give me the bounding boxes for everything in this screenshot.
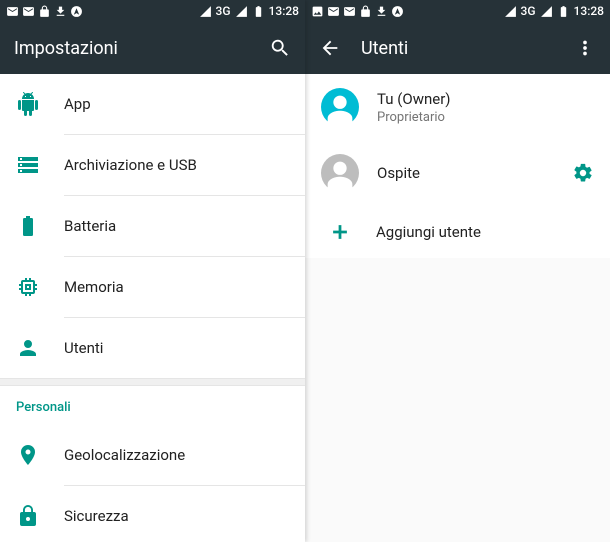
signal-bars-icon	[540, 5, 553, 18]
battery-icon	[16, 214, 40, 238]
clock: 13:28	[574, 4, 604, 18]
battery-status-icon	[252, 5, 265, 18]
users-screen: 3G 13:28 Utenti Tu (Owner) Proprietario	[305, 0, 610, 542]
page-title: Impostazioni	[14, 38, 249, 59]
settings-item-label: Utenti	[64, 339, 103, 357]
settings-item-memory[interactable]: Memoria	[0, 257, 305, 317]
user-icon	[16, 336, 40, 360]
mail-icon	[6, 5, 19, 18]
network-label: 3G	[521, 4, 536, 18]
user-subtitle: Proprietario	[377, 110, 451, 125]
status-bar: 3G 13:28	[0, 0, 305, 22]
gmail-icon	[343, 5, 356, 18]
settings-item-battery[interactable]: Batteria	[0, 196, 305, 256]
add-user-label: Aggiungi utente	[376, 223, 481, 241]
search-icon	[269, 37, 291, 59]
more-vert-icon	[574, 37, 596, 59]
user-row-guest[interactable]: Ospite	[305, 140, 610, 206]
location-icon	[16, 443, 40, 467]
settings-item-security[interactable]: Sicurezza	[0, 486, 305, 542]
lock-icon	[38, 5, 51, 18]
settings-screen: 3G 13:28 Impostazioni App Archiviazione …	[0, 0, 305, 542]
clock: 13:28	[269, 4, 299, 18]
lock-icon	[16, 504, 40, 528]
signal-bars-icon	[235, 5, 248, 18]
memory-icon	[16, 275, 40, 299]
avatar-owner	[321, 88, 359, 126]
download-icon	[375, 5, 388, 18]
image-icon	[311, 5, 324, 18]
arrow-back-icon	[319, 37, 341, 59]
settings-item-label: Archiviazione e USB	[64, 156, 197, 174]
search-button[interactable]	[269, 37, 291, 59]
page-title: Utenti	[361, 38, 554, 59]
gear-icon	[572, 162, 594, 184]
settings-list: App Archiviazione e USB Batteria Memoria…	[0, 74, 305, 542]
user-row-owner[interactable]: Tu (Owner) Proprietario	[305, 74, 610, 140]
navigation-icon	[391, 5, 404, 18]
add-user-row[interactable]: Aggiungi utente	[305, 206, 610, 258]
settings-item-label: Geolocalizzazione	[64, 446, 185, 464]
gmail-icon	[22, 5, 35, 18]
plus-icon	[328, 220, 352, 244]
settings-item-location[interactable]: Geolocalizzazione	[0, 425, 305, 485]
section-header-personal: Personali	[0, 386, 305, 425]
download-icon	[54, 5, 67, 18]
settings-item-label: Batteria	[64, 217, 116, 235]
signal-icon	[199, 5, 212, 18]
battery-status-icon	[557, 5, 570, 18]
mail-icon	[327, 5, 340, 18]
lock-icon	[359, 5, 372, 18]
signal-icon	[504, 5, 517, 18]
storage-icon	[16, 153, 40, 177]
guest-settings-button[interactable]	[572, 162, 594, 184]
app-bar: Impostazioni	[0, 22, 305, 74]
section-divider	[0, 378, 305, 386]
settings-item-label: Sicurezza	[64, 507, 129, 525]
avatar-guest	[321, 154, 359, 192]
network-label: 3G	[216, 4, 231, 18]
settings-item-storage[interactable]: Archiviazione e USB	[0, 135, 305, 195]
settings-item-label: Memoria	[64, 278, 124, 296]
back-button[interactable]	[319, 37, 341, 59]
navigation-icon	[70, 5, 83, 18]
overflow-menu-button[interactable]	[574, 37, 596, 59]
status-bar: 3G 13:28	[305, 0, 610, 22]
settings-item-users[interactable]: Utenti	[0, 318, 305, 378]
users-list: Tu (Owner) Proprietario Ospite Aggiungi …	[305, 74, 610, 542]
user-name: Ospite	[377, 164, 420, 182]
android-icon	[16, 92, 40, 116]
settings-item-app[interactable]: App	[0, 74, 305, 134]
user-name: Tu (Owner)	[377, 90, 451, 108]
app-bar: Utenti	[305, 22, 610, 74]
settings-item-label: App	[64, 95, 91, 113]
